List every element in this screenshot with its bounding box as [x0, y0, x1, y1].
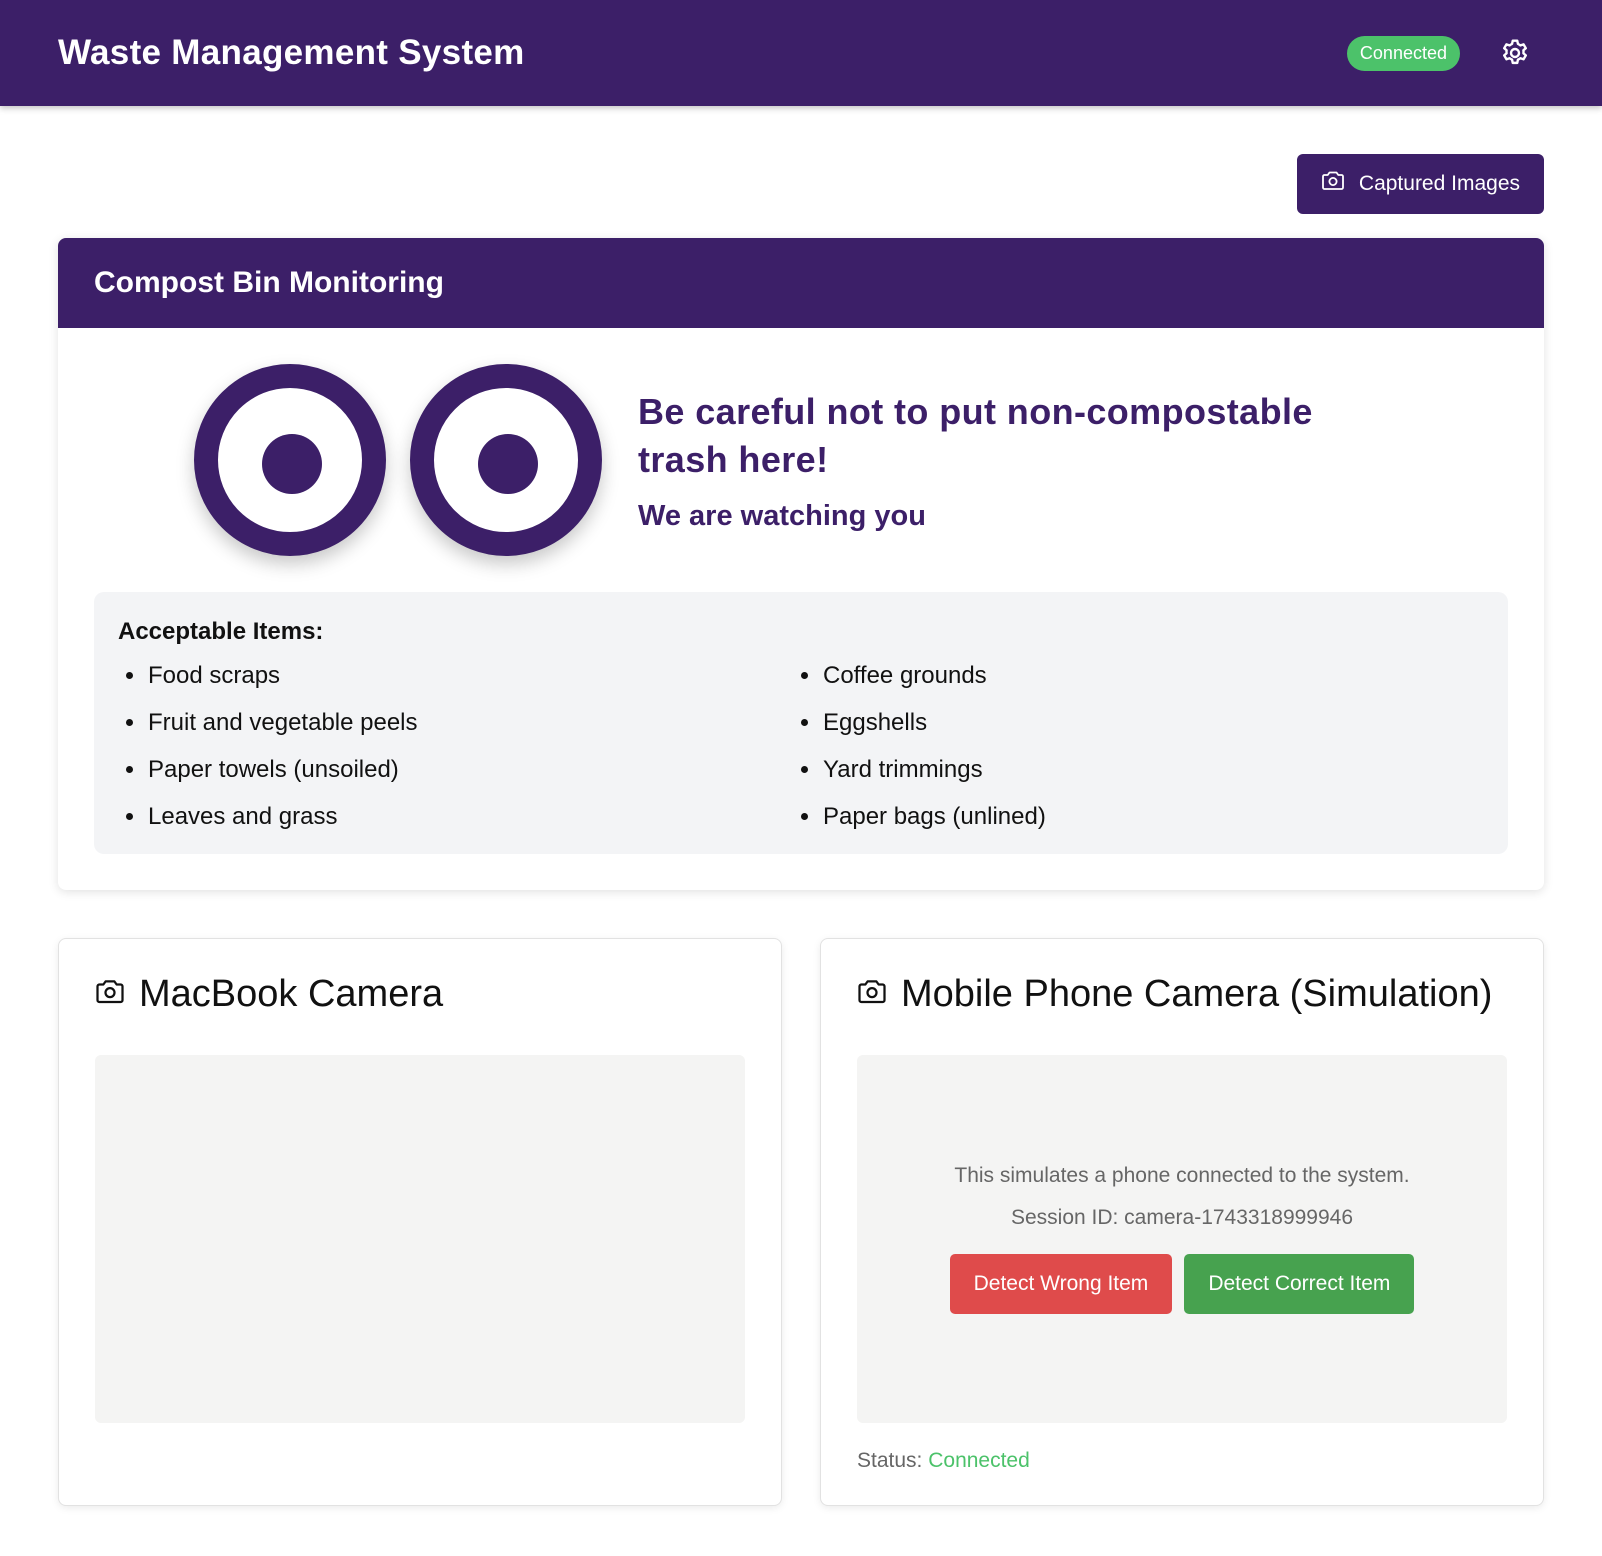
- detect-wrong-item-button[interactable]: Detect Wrong Item: [949, 1254, 1173, 1314]
- connection-status-badge: Connected: [1346, 35, 1460, 71]
- acceptable-items-list: Food scraps Coffee grounds Fruit and veg…: [118, 662, 1484, 830]
- list-item: Coffee grounds: [793, 662, 1484, 689]
- camera-panels: MacBook Camera Mobile Phone Camera (Simu…: [58, 938, 1544, 1506]
- list-item-label: Leaves and grass: [148, 802, 338, 830]
- bullet-icon: [801, 672, 808, 679]
- camera-icon: [857, 973, 887, 1016]
- macbook-camera-title: MacBook Camera: [139, 972, 444, 1015]
- status-label: Status:: [857, 1449, 923, 1472]
- gear-icon[interactable]: [1498, 36, 1532, 70]
- watching-eyes: [194, 364, 602, 556]
- top-bar-actions: Connected: [1346, 35, 1544, 71]
- camera-icon: [1321, 170, 1345, 198]
- bullet-icon: [126, 813, 133, 820]
- mobile-camera-heading: Mobile Phone Camera (Simulation): [857, 973, 1507, 1015]
- macbook-camera-feed: [95, 1055, 745, 1423]
- acceptable-items-title: Acceptable Items:: [118, 618, 324, 645]
- list-item: Paper bags (unlined): [793, 803, 1484, 830]
- list-item: Eggshells: [793, 709, 1484, 736]
- bullet-icon: [801, 813, 808, 820]
- app-title: Waste Management System: [58, 33, 525, 72]
- acceptable-items-panel: Acceptable Items: Food scraps Coffee gro…: [94, 592, 1508, 854]
- left-pupil: [262, 434, 322, 494]
- left-eye-icon: [194, 364, 386, 556]
- top-bar: Waste Management System Connected: [0, 0, 1602, 106]
- list-item-label: Paper towels (unsoiled): [148, 755, 399, 783]
- detect-correct-item-button[interactable]: Detect Correct Item: [1184, 1254, 1415, 1314]
- warning-row: Be careful not to put non-compostable tr…: [94, 364, 1508, 556]
- status-value: Connected: [928, 1449, 1030, 1472]
- list-item: Fruit and vegetable peels: [118, 709, 793, 736]
- camera-icon: [95, 973, 125, 1016]
- list-item-label: Eggshells: [823, 708, 928, 736]
- list-item: Yard trimmings: [793, 756, 1484, 783]
- captured-images-label: Captured Images: [1358, 172, 1520, 195]
- camera-status: Status: Connected: [857, 1449, 1507, 1473]
- simulation-actions: Detect Wrong Item Detect Correct Item: [949, 1254, 1415, 1314]
- warning-message: Be careful not to put non-compostable tr…: [638, 390, 1313, 480]
- list-item-label: Paper bags (unlined): [823, 802, 1046, 830]
- list-item: Paper towels (unsoiled): [118, 756, 793, 783]
- compost-card-title: Compost Bin Monitoring: [58, 238, 1544, 328]
- macbook-camera-card: MacBook Camera: [58, 938, 782, 1506]
- bullet-icon: [126, 719, 133, 726]
- bullet-icon: [801, 719, 808, 726]
- list-item: Leaves and grass: [118, 803, 793, 830]
- mobile-camera-title: Mobile Phone Camera (Simulation): [901, 972, 1493, 1015]
- list-item-label: Coffee grounds: [823, 661, 987, 689]
- toolbar: Captured Images: [0, 106, 1602, 214]
- mobile-camera-simulation: This simulates a phone connected to the …: [857, 1055, 1507, 1423]
- bullet-icon: [126, 766, 133, 773]
- bullet-icon: [126, 672, 133, 679]
- macbook-camera-heading: MacBook Camera: [95, 973, 745, 1015]
- bullet-icon: [801, 766, 808, 773]
- compost-bin-card: Compost Bin Monitoring Be careful not to…: [58, 238, 1544, 890]
- right-eye-icon: [410, 364, 602, 556]
- mobile-camera-card: Mobile Phone Camera (Simulation) This si…: [820, 938, 1544, 1506]
- list-item-label: Fruit and vegetable peels: [148, 708, 418, 736]
- session-id: Session ID: camera-1743318999946: [1010, 1206, 1354, 1229]
- captured-images-button[interactable]: Captured Images: [1296, 154, 1544, 214]
- warning-submessage: We are watching you: [638, 499, 926, 532]
- simulation-description: This simulates a phone connected to the …: [954, 1164, 1410, 1187]
- right-pupil: [478, 434, 538, 494]
- list-item-label: Food scraps: [148, 661, 281, 689]
- warning-text: Be careful not to put non-compostable tr…: [638, 388, 1358, 533]
- list-item: Food scraps: [118, 662, 793, 689]
- list-item-label: Yard trimmings: [823, 755, 983, 783]
- compost-card-body: Be careful not to put non-compostable tr…: [58, 328, 1544, 890]
